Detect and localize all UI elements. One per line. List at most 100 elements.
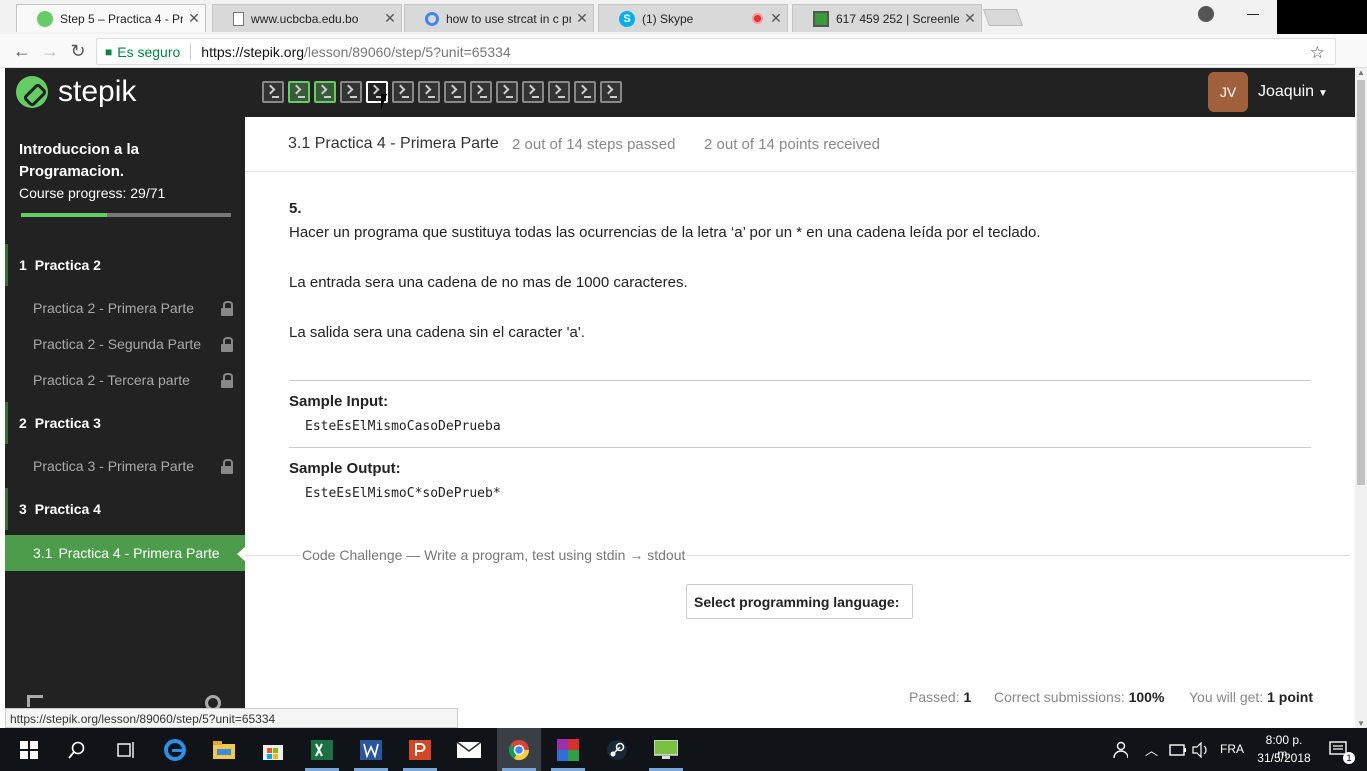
step-10-button[interactable] xyxy=(496,81,518,103)
link-status-bar: https://stepik.org/lesson/89060/step/5?u… xyxy=(5,708,458,728)
battery-icon[interactable] xyxy=(1166,738,1190,762)
code-challenge-label: Code Challenge — Write a program, test u… xyxy=(300,547,688,563)
steps-passed: 2 out of 14 steps passed xyxy=(512,136,676,153)
tab-screenleap[interactable]: 617 459 252 | Screenleap ✕ xyxy=(792,4,982,32)
step-8-button[interactable] xyxy=(444,81,466,103)
tray-chevron-up-icon[interactable]: ︿ xyxy=(1145,740,1158,759)
word-icon[interactable] xyxy=(359,738,383,762)
step-6-button[interactable] xyxy=(392,81,414,103)
tab-stepik[interactable]: Step 5 – Practica 4 - Prim ✕ xyxy=(16,4,206,32)
file-explorer-icon[interactable] xyxy=(212,738,236,762)
minimize-button[interactable] xyxy=(1247,14,1259,15)
passed-stat: Passed: 1 xyxy=(909,689,972,705)
bookmark-star-icon[interactable]: ☆ xyxy=(1310,39,1325,66)
step-3-button[interactable] xyxy=(314,81,336,103)
scrollbar-thumb[interactable] xyxy=(1357,80,1365,485)
tab-ucbcba[interactable]: www.ucbcba.edu.bo ✕ xyxy=(212,4,402,32)
people-icon[interactable] xyxy=(1107,738,1131,762)
close-tab-icon[interactable]: ✕ xyxy=(571,10,593,27)
url-input[interactable]: ■ Es seguro https://stepik.org /lesson/8… xyxy=(96,38,1336,65)
sample-output-value: EsteEsElMismoC*soDePrueb* xyxy=(305,486,501,501)
lock-icon xyxy=(221,301,233,316)
steam-icon[interactable] xyxy=(605,738,629,762)
sidebar-section-2[interactable]: 2 Practica 3 xyxy=(5,402,245,444)
sidebar-lesson[interactable]: Practica 3 - Primera Parte xyxy=(33,458,233,474)
close-tab-icon[interactable]: ✕ xyxy=(183,10,205,27)
profile-icon[interactable] xyxy=(1198,6,1214,22)
sidebar-section-3[interactable]: 3 Practica 4 xyxy=(5,488,245,530)
windows-taskbar xyxy=(0,728,1367,771)
stepik-logo[interactable]: stepik xyxy=(16,75,136,109)
task-view-icon[interactable] xyxy=(113,738,137,762)
edge-icon[interactable] xyxy=(163,738,187,762)
input-language[interactable]: FRA xyxy=(1220,742,1244,756)
powerpoint-icon[interactable] xyxy=(408,738,432,762)
divider xyxy=(289,447,1311,448)
step-text: La entrada sera una cadena de no mas de … xyxy=(289,274,688,291)
forward-arrow-icon[interactable]: → xyxy=(38,39,62,63)
course-sidebar: Introduccion a la Programacion. Course p… xyxy=(5,117,246,728)
step-13-button[interactable] xyxy=(574,81,596,103)
select-language-button[interactable]: Select programming language: xyxy=(686,584,913,619)
stepik-icon xyxy=(37,10,53,27)
mail-icon[interactable] xyxy=(457,738,481,762)
divider xyxy=(289,380,1311,381)
sidebar-lesson[interactable]: Practica 2 - Segunda Parte xyxy=(33,336,233,352)
clock-date[interactable]: 31/5/2018 xyxy=(1256,751,1312,765)
page-icon xyxy=(233,11,244,26)
sidebar-lesson[interactable]: Practica 2 - Tercera parte xyxy=(33,372,233,388)
fullscreen-icon[interactable] xyxy=(27,695,43,707)
step-4-button[interactable] xyxy=(340,81,362,103)
chrome-icon[interactable] xyxy=(507,738,531,762)
step-14-button[interactable] xyxy=(600,81,622,103)
windows-start-icon[interactable] xyxy=(17,738,41,762)
close-tab-icon[interactable]: ✕ xyxy=(379,10,401,27)
step-2-button[interactable] xyxy=(288,81,310,103)
user-menu[interactable]: Joaquin ▼ xyxy=(1258,83,1328,101)
sidebar-lesson[interactable]: Practica 2 - Primera Parte xyxy=(33,300,233,316)
chevron-down-icon: ▼ xyxy=(1318,88,1328,99)
stepik-header: stepik JV Joaquin ▼ xyxy=(5,68,1355,117)
step-11-button[interactable] xyxy=(522,81,544,103)
step-12-button[interactable] xyxy=(548,81,570,103)
close-tab-icon[interactable]: ✕ xyxy=(959,10,981,27)
store-icon[interactable] xyxy=(261,738,285,762)
step-number: 5. xyxy=(289,200,302,217)
course-progress-fill xyxy=(21,213,107,217)
lesson-info-bar: 3.1 Practica 4 - Primera Parte 2 out of … xyxy=(245,117,1355,172)
course-title[interactable]: Introduccion a la Programacion. xyxy=(19,139,229,183)
points-received: 2 out of 14 points received xyxy=(704,136,880,153)
lock-icon xyxy=(221,337,233,352)
lock-icon xyxy=(221,373,233,388)
scroll-down-icon[interactable]: ▼ xyxy=(1357,719,1365,728)
notification-count-badge: 1 xyxy=(1343,752,1355,764)
scroll-up-icon[interactable]: ▲ xyxy=(1357,68,1365,77)
reload-icon[interactable]: ↻ xyxy=(66,39,90,63)
new-tab-button[interactable] xyxy=(982,9,1024,26)
step-1-button[interactable] xyxy=(262,81,284,103)
recording-icon xyxy=(752,13,763,24)
address-bar: ← → ↻ ■ Es seguro https://stepik.org /le… xyxy=(0,34,1367,68)
avatar[interactable]: JV xyxy=(1208,72,1248,112)
step-navigation xyxy=(262,81,622,103)
winrar-icon[interactable] xyxy=(556,738,580,762)
tab-google[interactable]: how to use strcat in c pro ✕ xyxy=(404,4,594,32)
mouse-cursor xyxy=(381,94,393,110)
sidebar-lesson-active[interactable]: 3.1 Practica 4 - Primera Parte xyxy=(5,535,246,571)
screenleap-icon[interactable] xyxy=(654,738,678,762)
sample-input-value: EsteEsElMismoCasoDePrueba xyxy=(305,419,501,434)
step-text: Hacer un programa que sustituya todas la… xyxy=(289,224,1041,241)
sidebar-section-1[interactable]: 1 Practica 2 xyxy=(5,244,245,286)
sample-output-label: Sample Output: xyxy=(289,460,401,477)
search-icon[interactable] xyxy=(65,738,89,762)
separator xyxy=(190,43,192,60)
step-7-button[interactable] xyxy=(418,81,440,103)
back-arrow-icon[interactable]: ← xyxy=(10,39,34,63)
tab-skype[interactable]: S (1) Skype ✕ xyxy=(598,4,788,32)
step-9-button[interactable] xyxy=(470,81,492,103)
sample-input-label: Sample Input: xyxy=(289,393,389,410)
vertical-scrollbar[interactable]: ▲ ▼ xyxy=(1355,68,1367,728)
volume-icon[interactable] xyxy=(1189,738,1213,762)
excel-icon[interactable] xyxy=(310,738,334,762)
close-tab-icon[interactable]: ✕ xyxy=(765,10,787,27)
